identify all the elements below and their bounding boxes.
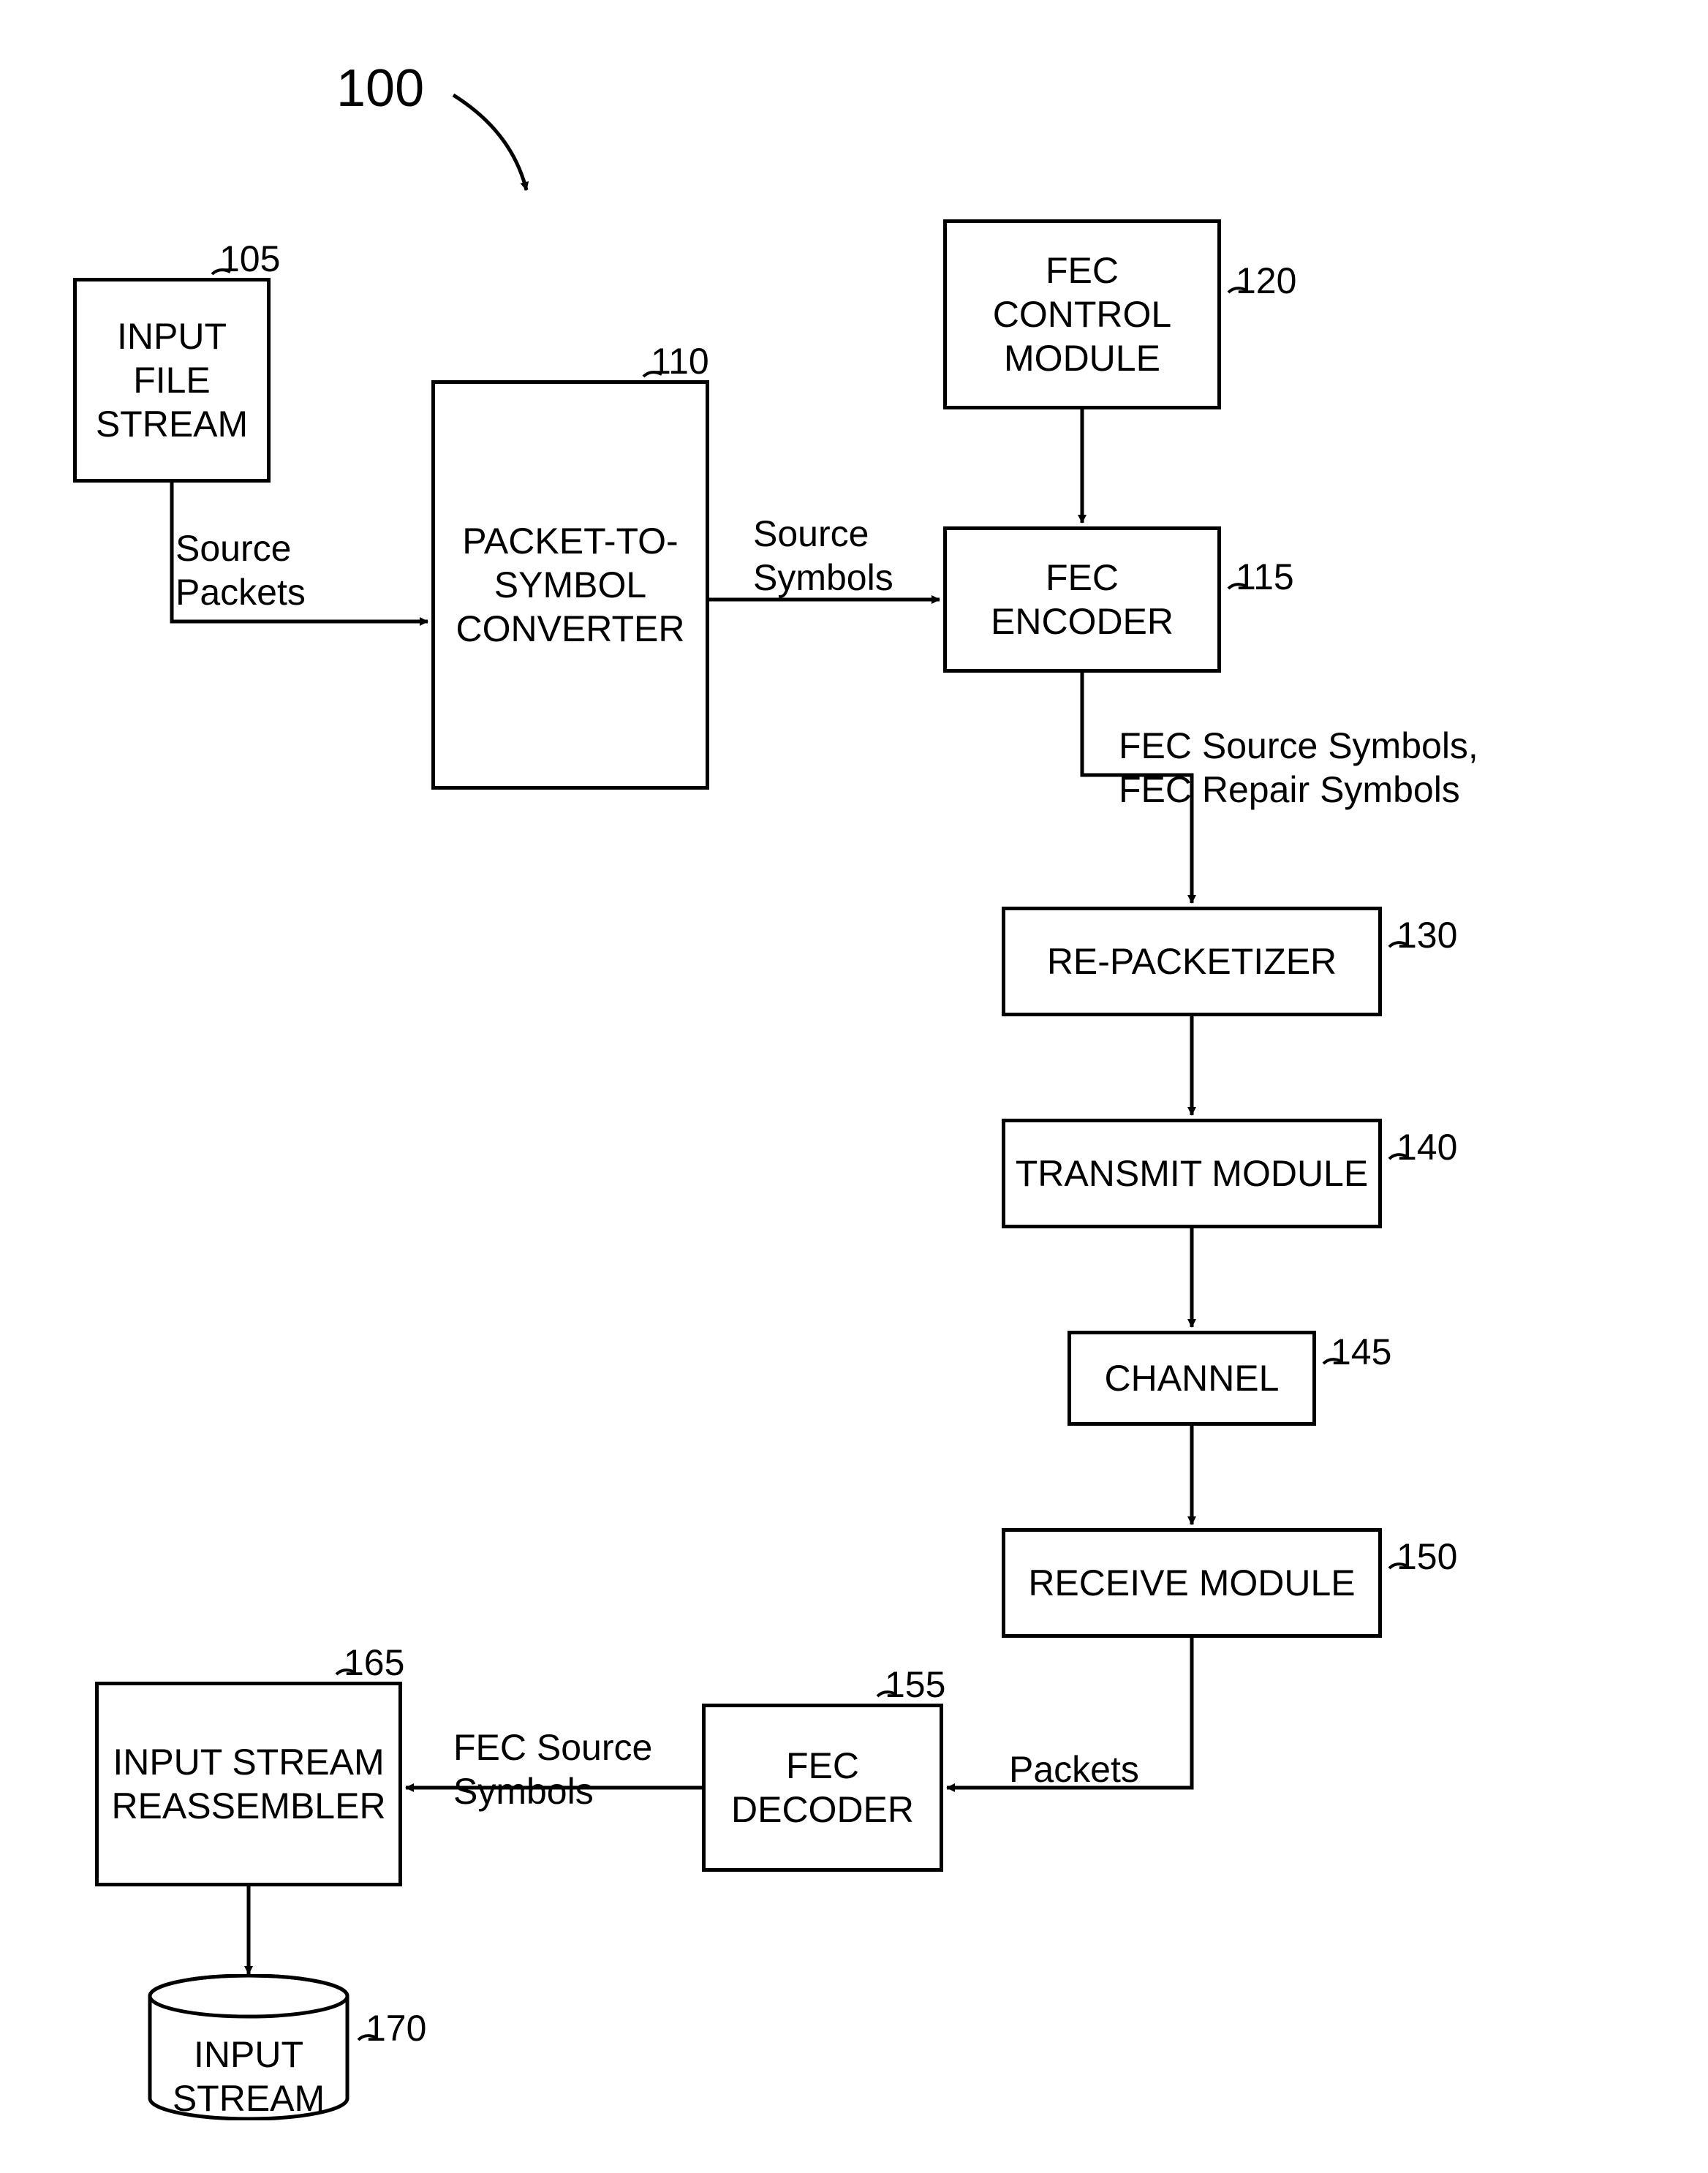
node-label: RECEIVE MODULE	[1028, 1561, 1355, 1605]
node-label: FECCONTROLMODULE	[993, 249, 1171, 380]
node-input-file-stream: INPUTFILESTREAM	[73, 278, 271, 483]
edge-label-fec-source-symbols: FEC SourceSymbols	[453, 1726, 652, 1813]
node-label: CHANNEL	[1105, 1356, 1280, 1400]
node-fec-control: FECCONTROLMODULE	[943, 219, 1221, 409]
node-repacketizer: RE-PACKETIZER	[1002, 907, 1382, 1016]
node-reassembler: INPUT STREAMREASSEMBLER	[95, 1682, 402, 1886]
node-label: FECENCODER	[991, 556, 1174, 643]
edge-label-packets: Packets	[1009, 1747, 1139, 1791]
ref-receive: 150	[1397, 1535, 1457, 1578]
edge-label-source-packets: SourcePackets	[175, 526, 306, 614]
ref-reassembler: 165	[344, 1641, 404, 1684]
node-fec-encoder: FECENCODER	[943, 526, 1221, 673]
ref-packet-to-symbol: 110	[651, 340, 709, 382]
edge-label-fec-symbols: FEC Source Symbols,FEC Repair Symbols	[1119, 724, 1528, 812]
ref-transmit: 140	[1397, 1126, 1457, 1168]
node-receive: RECEIVE MODULE	[1002, 1528, 1382, 1638]
ref-repacketizer: 130	[1397, 914, 1457, 956]
node-input-stream-store: INPUTSTREAM	[146, 1974, 351, 2120]
node-label: RE-PACKETIZER	[1047, 940, 1337, 983]
ref-fec-control: 120	[1236, 260, 1296, 302]
ref-fec-encoder: 115	[1236, 556, 1294, 598]
node-label: INPUTFILESTREAM	[96, 314, 248, 446]
ref-fec-decoder: 155	[885, 1663, 945, 1706]
node-transmit: TRANSMIT MODULE	[1002, 1119, 1382, 1228]
node-channel: CHANNEL	[1068, 1331, 1316, 1426]
edge-label-source-symbols: SourceSymbols	[753, 512, 893, 600]
ref-input-file-stream: 105	[219, 238, 280, 280]
node-fec-decoder: FECDECODER	[702, 1704, 943, 1872]
node-packet-to-symbol: PACKET-TO-SYMBOLCONVERTER	[431, 380, 709, 790]
node-label: FECDECODER	[731, 1744, 914, 1832]
figure-number: 100	[336, 58, 424, 118]
ref-input-stream-store: 170	[366, 2007, 426, 2049]
node-label: INPUT STREAMREASSEMBLER	[111, 1740, 385, 1828]
node-label: TRANSMIT MODULE	[1016, 1152, 1368, 1195]
node-label: PACKET-TO-SYMBOLCONVERTER	[456, 519, 684, 651]
ref-channel: 145	[1331, 1331, 1391, 1373]
node-label: INPUTSTREAM	[146, 2033, 351, 2120]
diagram-canvas: 100 INPUTFILESTREAM 105 PACKET-TO-SYMBOL…	[0, 0, 1708, 2173]
